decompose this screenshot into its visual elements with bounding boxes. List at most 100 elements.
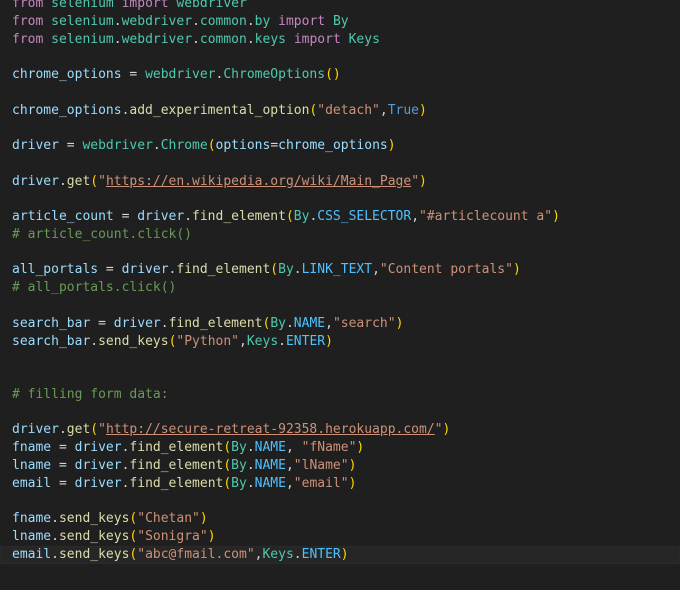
code-token: ) [348,475,357,491]
code-token: search_bar [12,333,91,349]
code-token: "Sonigra" [137,528,208,544]
code-token: . [278,333,286,349]
code-line[interactable] [12,350,680,368]
code-line[interactable]: article_count = driver.find_element(By.C… [12,208,680,226]
code-line[interactable]: fname.send_keys("Chetan") [12,510,680,528]
code-token: . [246,31,255,47]
code-token: "Python" [176,333,240,349]
code-token: email [12,475,52,491]
code-token: , [372,262,380,278]
code-line[interactable] [12,190,680,208]
code-token: driver [137,209,185,225]
code-token: NAME [254,440,286,456]
code-token: lname [12,528,52,544]
code-token: from [12,13,44,29]
code-line[interactable]: driver = webdriver.Chrome(options=chrome… [12,137,680,155]
code-token: , [285,475,294,491]
code-token: . [51,511,59,527]
code-area[interactable]: from selenium import webdriver from selen… [0,0,680,564]
code-token: driver [121,262,169,278]
code-token: driver [113,315,161,331]
code-line[interactable]: chrome_options = webdriver.ChromeOptions… [12,66,680,84]
code-token: ) [512,262,521,278]
code-line[interactable]: email.send_keys("abc@fmail.com",Keys.ENT… [0,545,680,564]
code-token: ) [356,440,365,456]
code-token: lname [12,457,52,473]
code-line[interactable]: from selenium.webdriver.common.keys impo… [12,31,680,49]
code-line[interactable] [12,155,680,173]
code-token: article_count [12,209,114,225]
code-token: driver [12,173,59,189]
code-token: ENTER [285,333,326,349]
code-token: . [246,440,255,456]
code-line[interactable] [12,368,680,386]
code-token: fname [12,511,52,527]
code-line[interactable]: search_bar.send_keys("Python",Keys.ENTER… [12,333,680,351]
code-line[interactable] [12,244,680,262]
code-line[interactable] [12,297,680,315]
code-line[interactable] [12,84,680,102]
code-line[interactable]: driver.get("https://en.wikipedia.org/wik… [12,173,680,191]
code-token: ) [207,528,216,544]
code-token: ( [223,440,232,456]
code-token: add_experimental_option [129,102,310,118]
code-line[interactable] [12,404,680,422]
code-token: . [113,31,122,47]
code-line[interactable]: # filling form data: [12,386,680,404]
code-line[interactable] [12,492,680,510]
code-line[interactable]: # article_count.click() [12,226,680,244]
code-token: ( [285,209,294,225]
code-token: . [90,333,99,349]
code-line[interactable]: from selenium.webdriver.common.by import… [12,13,680,31]
code-token: By [293,209,310,225]
code-line[interactable]: # all_portals.click() [12,279,680,297]
code-line[interactable] [12,48,680,66]
code-line[interactable] [12,119,680,137]
code-line[interactable]: email = driver.find_element(By.NAME,"ema… [12,475,680,493]
code-token: find_element [192,209,286,225]
code-token: ) [348,457,357,473]
code-token: import [278,13,326,29]
code-token: , [325,315,333,331]
code-line[interactable]: lname.send_keys("Sonigra") [12,528,680,546]
code-token: find_element [168,315,263,331]
code-token: driver [74,475,122,491]
code-token: find_element [129,475,224,491]
code-token: import [121,0,169,11]
code-line[interactable]: search_bar = driver.find_element(By.NAME… [12,315,680,333]
code-token: ( [90,173,99,189]
code-token: Keys [262,546,294,562]
code-token: from [12,31,44,47]
code-token: find_element [176,262,271,278]
code-token: selenium [51,31,114,47]
code-line[interactable]: driver.get("http://secure-retreat-92358.… [12,421,680,439]
code-token: By [231,440,247,456]
code-token: common [199,13,247,29]
code-token: = [113,209,138,225]
code-token: = [90,315,114,331]
code-token: NAME [254,457,286,473]
code-token: find_element [129,457,224,473]
code-line[interactable]: chrome_options.add_experimental_option("… [12,102,680,120]
code-line[interactable]: all_portals = driver.find_element(By.LIN… [12,261,680,279]
code-token: send_keys [58,546,130,562]
code-token: driver [74,440,122,456]
code-line[interactable]: from selenium import webdriver [12,0,680,13]
code-token: get [66,173,91,189]
code-token: get [66,422,91,438]
code-token: CSS_SELECTOR [317,209,412,225]
code-token: By [278,262,294,278]
code-token: . [246,457,255,473]
code-token: True [387,102,420,118]
code-line[interactable]: fname = driver.find_element(By.NAME, "fN… [12,439,680,457]
code-editor[interactable]: from selenium import webdriver from selen… [0,0,680,590]
code-token: http://secure-retreat-92358.herokuapp.co… [105,422,435,438]
code-line[interactable]: lname = driver.find_element(By.NAME,"lNa… [12,457,680,475]
code-token: = [51,475,75,491]
code-token: ) [442,422,451,438]
